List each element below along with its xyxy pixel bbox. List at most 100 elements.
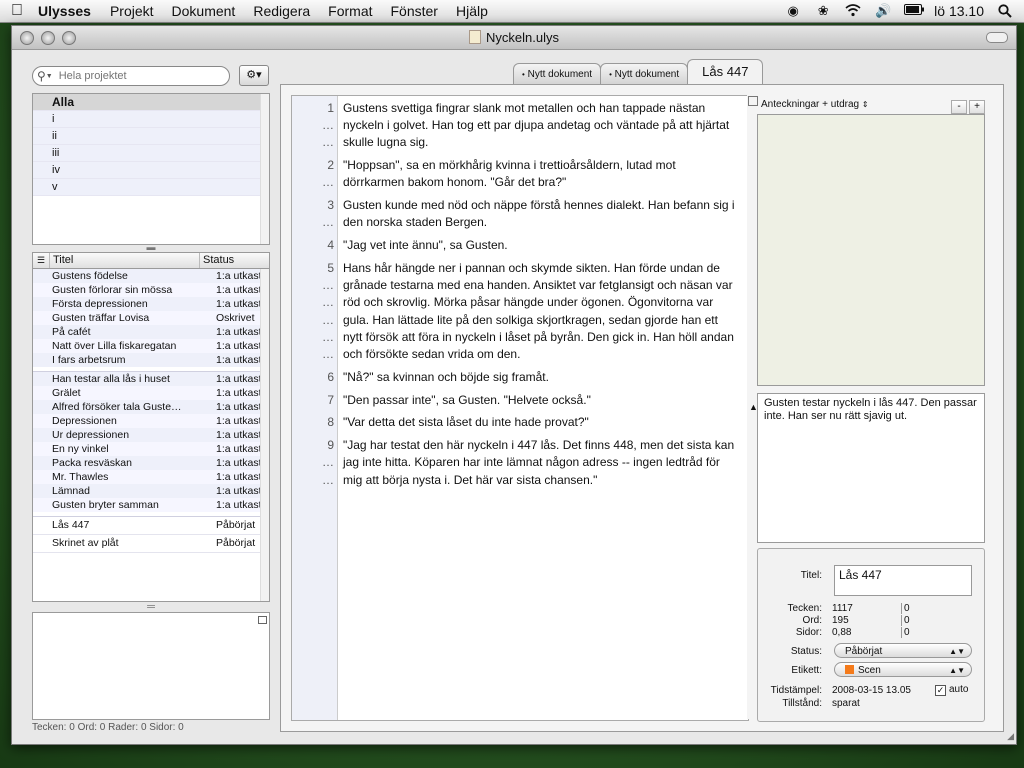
apple-icon[interactable]:  <box>0 2 34 20</box>
close-window-icon[interactable] <box>20 31 34 45</box>
continuation-marker: … <box>322 175 334 190</box>
list-options-icon[interactable]: ☰ <box>33 253 50 268</box>
sheet-title: Gusten träffar Lovisa <box>52 312 150 324</box>
table-row[interactable]: Ur depressionen 1:a utkast <box>33 428 269 442</box>
paragraph-text: "Jag har testat den här nyckeln i 447 lå… <box>343 438 735 487</box>
table-row[interactable]: Gusten bryter samman 1:a utkast <box>33 498 269 512</box>
table-row[interactable]: Alfred försöker tala Guste… 1:a utkast <box>33 400 269 414</box>
column-header-title[interactable]: Titel <box>50 253 200 268</box>
group-item-ii[interactable]: ii <box>33 128 269 145</box>
sheet-title: Packa resväskan <box>52 457 132 469</box>
sheet-title: På cafét <box>52 326 91 338</box>
group-item-v[interactable]: v <box>33 179 269 196</box>
group-item-i[interactable]: i <box>33 111 269 128</box>
menu-projekt[interactable]: Projekt <box>101 3 163 19</box>
menu-fonster[interactable]: Fönster <box>382 3 447 19</box>
status-counts: Tecken: 0 Ord: 0 Rader: 0 Sidor: 0 <box>32 722 184 733</box>
table-row[interactable]: Lås 447 Påbörjat <box>33 517 269 535</box>
project-search[interactable]: ⚲ ▼ <box>32 66 230 86</box>
remove-note-button[interactable]: - <box>951 100 967 114</box>
pages-value: 0,88 <box>832 627 852 638</box>
sheet-status: 1:a utkast <box>216 298 262 310</box>
paragraph-number: 8 <box>327 415 334 430</box>
continuation-marker: … <box>322 135 334 150</box>
paragraph-text: "Var detta det sista låset du inte hade … <box>343 415 589 430</box>
menu-clock[interactable]: lö 13.10 <box>934 3 984 19</box>
split-view-icon[interactable] <box>748 96 758 106</box>
split-handle[interactable]: ═ <box>32 602 270 613</box>
notes-text-area[interactable] <box>757 114 985 386</box>
search-input[interactable] <box>56 69 211 83</box>
add-note-button[interactable]: + <box>969 100 985 114</box>
tag-popup[interactable]: Scen ▲▼ <box>834 662 972 677</box>
chars-label: Tecken: <box>787 603 822 614</box>
split-handle[interactable]: ▬ <box>32 243 270 252</box>
sheet-status: 1:a utkast <box>216 401 262 413</box>
close-icon[interactable] <box>258 616 267 624</box>
menu-redigera[interactable]: Redigera <box>244 3 319 19</box>
paragraph-number: 1 <box>327 101 334 115</box>
notes-mode-select[interactable]: Anteckningar + utdrag ⇕ <box>761 99 869 110</box>
table-row[interactable]: En ny vinkel 1:a utkast <box>33 442 269 456</box>
project-notes-area[interactable] <box>32 612 270 720</box>
group-item-iv[interactable]: iv <box>33 162 269 179</box>
resize-grip-icon[interactable]: ◢ <box>1007 731 1014 742</box>
window-titlebar[interactable]: Nyckeln.ulys <box>12 26 1016 50</box>
table-row[interactable]: Packa resväskan 1:a utkast <box>33 456 269 470</box>
toolbar-toggle-button[interactable] <box>986 32 1008 43</box>
menu-app-name[interactable]: Ulysses <box>34 3 101 19</box>
paragraph-number: 5 <box>327 261 334 275</box>
growl-icon[interactable]: ❀ <box>814 4 832 18</box>
tab-nytt-dokument-2[interactable]: • Nytt dokument <box>600 63 689 84</box>
table-row[interactable]: Depressionen 1:a utkast <box>33 414 269 428</box>
app-status-icon[interactable]: ◉ <box>784 4 802 18</box>
title-field[interactable]: Lås 447 <box>834 565 972 596</box>
excerpt-text-area[interactable]: Gusten testar nyckeln i lås 447. Den pas… <box>757 393 985 543</box>
table-row[interactable]: I fars arbetsrum 1:a utkast <box>33 353 269 367</box>
sheet-status: 1:a utkast <box>216 270 262 282</box>
column-header-status[interactable]: Status <box>200 253 234 268</box>
group-item-alla[interactable]: Alla <box>33 94 269 111</box>
table-row[interactable]: Första depressionen 1:a utkast <box>33 297 269 311</box>
table-row[interactable]: Gusten träffar Lovisa Oskrivet <box>33 311 269 325</box>
paragraph-text: "Hoppsan", sa en mörkhårig kvinna i tret… <box>343 158 676 190</box>
excerpt-text: Gusten testar nyckeln i lås 447. Den pas… <box>764 397 977 422</box>
state-value: sparat <box>832 698 860 709</box>
table-row[interactable]: Natt över Lilla fiskaregatan 1:a utkast <box>33 339 269 353</box>
table-row[interactable]: Mr. Thawles 1:a utkast <box>33 470 269 484</box>
title-label: Titel: <box>800 570 822 581</box>
menu-hjalp[interactable]: Hjälp <box>447 3 497 19</box>
groups-scrollbar[interactable] <box>260 94 269 244</box>
volume-icon[interactable]: 🔊 <box>874 4 892 18</box>
table-row[interactable]: Han testar alla lås i huset 1:a utkast <box>33 372 269 386</box>
battery-icon[interactable] <box>904 4 925 18</box>
table-row[interactable]: Lämnad 1:a utkast <box>33 484 269 498</box>
spotlight-icon[interactable] <box>996 4 1014 18</box>
sheet-title: Alfred försöker tala Guste… <box>52 401 182 413</box>
sheet-title: Depressionen <box>52 415 117 427</box>
words-selection-value: 0 <box>904 615 910 626</box>
status-popup[interactable]: Påbörjat ▲▼ <box>834 643 972 658</box>
gear-menu-button[interactable]: ⚙▾ <box>239 65 269 86</box>
table-row[interactable]: Gusten förlorar sin mössa 1:a utkast <box>33 283 269 297</box>
continuation-marker: … <box>322 472 334 487</box>
group-item-iii[interactable]: iii <box>33 145 269 162</box>
table-row[interactable]: Grälet 1:a utkast <box>33 386 269 400</box>
menu-format[interactable]: Format <box>319 3 381 19</box>
wifi-icon[interactable] <box>844 4 862 18</box>
tab-nytt-dokument-1[interactable]: • Nytt dokument <box>513 63 602 84</box>
menu-dokument[interactable]: Dokument <box>163 3 245 19</box>
minimize-window-icon[interactable] <box>41 31 55 45</box>
paragraph-text: "Nå?" sa kvinnan och böjde sig framåt. <box>343 369 549 384</box>
paragraph-number: 2 <box>327 158 334 173</box>
continuation-marker: … <box>322 329 334 344</box>
pages-selection-value: 0 <box>904 627 910 638</box>
text-editor[interactable]: 1 … … Gustens svettiga fingrar slank mot me… <box>291 95 749 721</box>
table-row[interactable]: Skrinet av plåt Påbörjat <box>33 535 269 553</box>
auto-checkbox[interactable]: ✓ auto <box>935 684 968 696</box>
table-row[interactable]: På cafét 1:a utkast <box>33 325 269 339</box>
zoom-window-icon[interactable] <box>62 31 76 45</box>
sheets-scrollbar[interactable] <box>260 269 269 601</box>
tab-las-447[interactable]: Lås 447 <box>687 59 764 84</box>
table-row[interactable]: Gustens födelse 1:a utkast <box>33 269 269 283</box>
